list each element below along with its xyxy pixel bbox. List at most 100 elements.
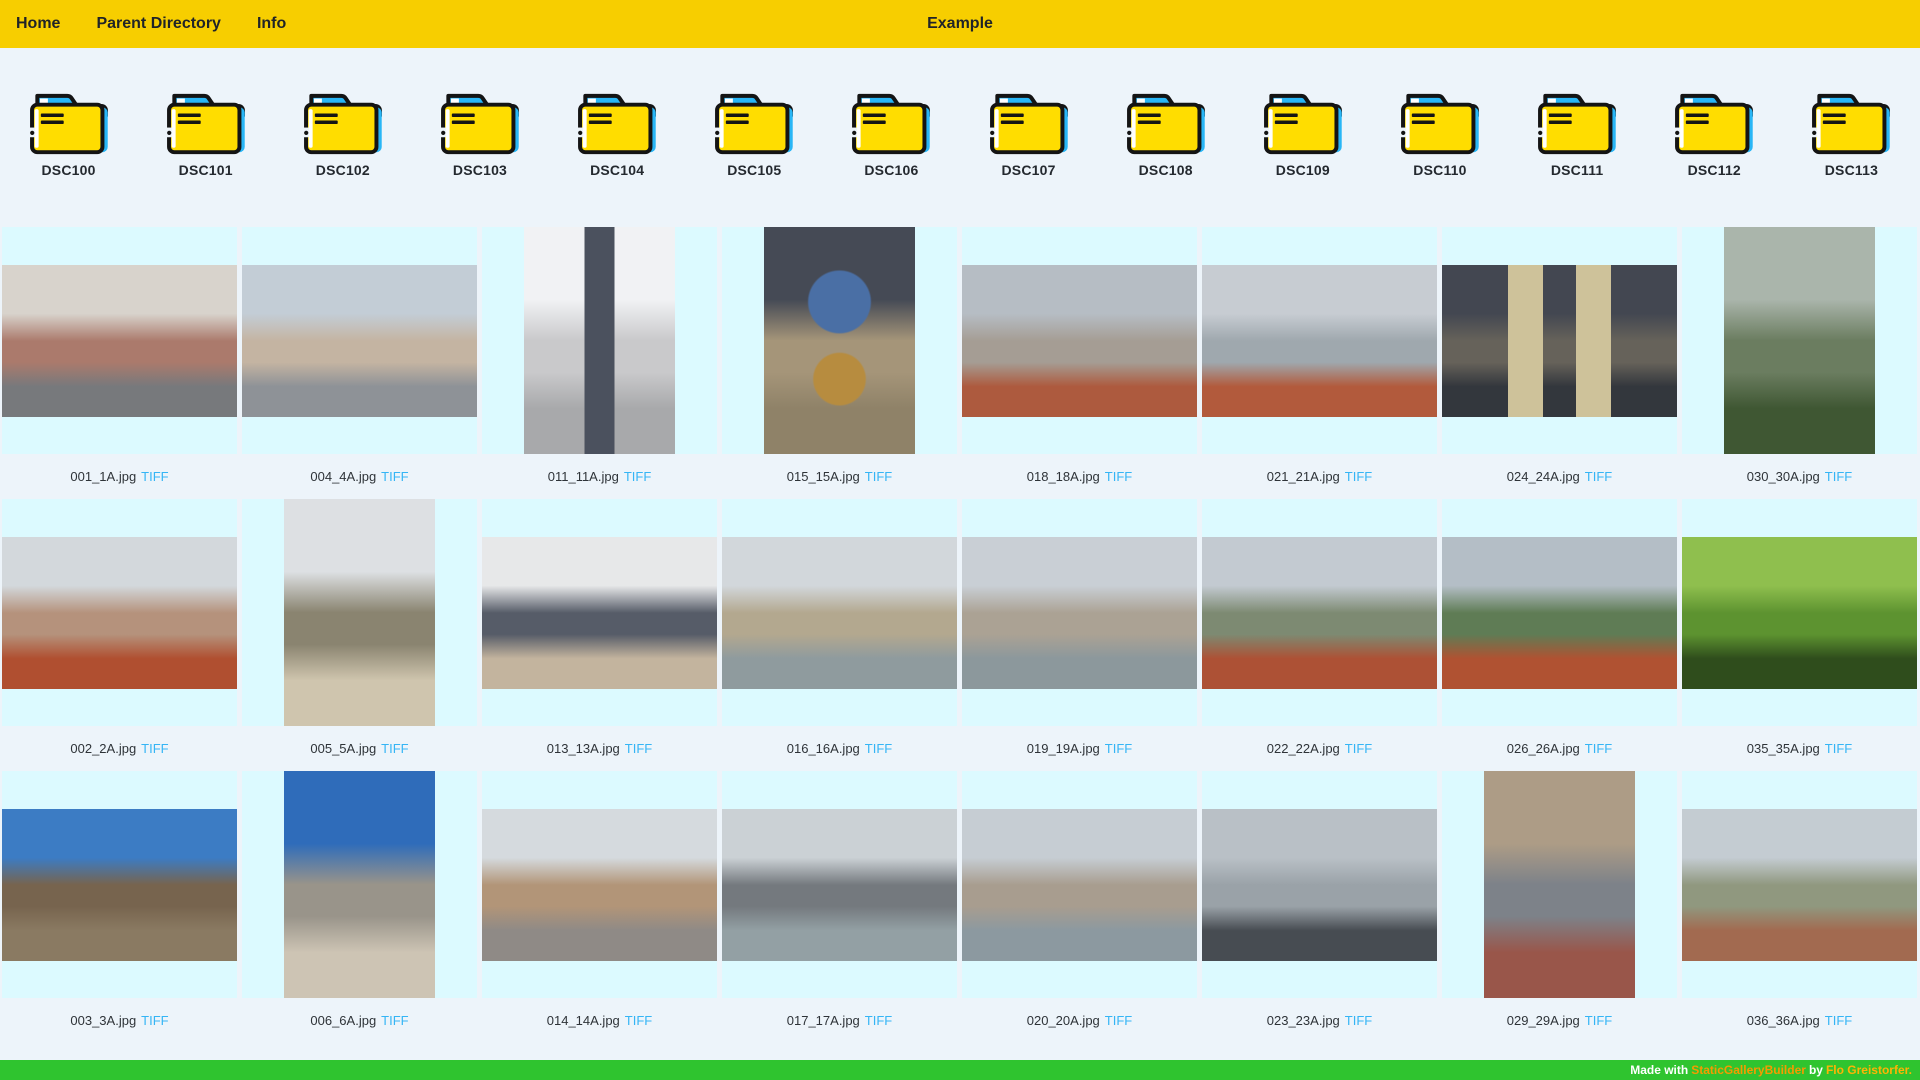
photo-thumbnail[interactable] xyxy=(2,536,237,689)
tiff-link[interactable]: TIFF xyxy=(1105,469,1132,484)
photo-thumbnail[interactable] xyxy=(1202,264,1437,417)
photo-thumbnail[interactable] xyxy=(962,536,1197,689)
photo-filename-link[interactable]: 004_4A.jpg xyxy=(310,469,376,484)
folder-item[interactable]: DSC102 xyxy=(274,64,411,178)
tiff-link[interactable]: TIFF xyxy=(1345,1013,1372,1028)
photo-filename-link[interactable]: 017_17A.jpg xyxy=(787,1013,860,1028)
photo-filename-link[interactable]: 035_35A.jpg xyxy=(1747,741,1820,756)
nav-info[interactable]: Info xyxy=(257,15,286,33)
tiff-link[interactable]: TIFF xyxy=(381,469,408,484)
photo-thumbnail[interactable] xyxy=(1202,536,1437,689)
photo-filename-link[interactable]: 006_6A.jpg xyxy=(310,1013,376,1028)
photo-thumbnail[interactable] xyxy=(962,264,1197,417)
folder-item[interactable]: DSC104 xyxy=(549,64,686,178)
photo-cell: 024_24A.jpg TIFF xyxy=(1442,227,1677,499)
photo-thumbnail[interactable] xyxy=(2,264,237,417)
folder-item[interactable]: DSC111 xyxy=(1509,64,1646,178)
folder-item[interactable]: DSC109 xyxy=(1234,64,1371,178)
photo-filename-link[interactable]: 023_23A.jpg xyxy=(1267,1013,1340,1028)
nav-parent-directory[interactable]: Parent Directory xyxy=(96,15,221,33)
static-gallery-builder-link[interactable]: StaticGalleryBuilder xyxy=(1691,1063,1806,1077)
photo-thumbnail[interactable] xyxy=(482,536,717,689)
tiff-link[interactable]: TIFF xyxy=(1105,1013,1132,1028)
tiff-link[interactable]: TIFF xyxy=(865,1013,892,1028)
tiff-link[interactable]: TIFF xyxy=(625,1013,652,1028)
tiff-link[interactable]: TIFF xyxy=(1585,469,1612,484)
folder-item[interactable]: DSC103 xyxy=(411,64,548,178)
photo-filename-link[interactable]: 024_24A.jpg xyxy=(1507,469,1580,484)
tiff-link[interactable]: TIFF xyxy=(1825,741,1852,756)
photo-thumbnail[interactable] xyxy=(722,536,957,689)
tiff-link[interactable]: TIFF xyxy=(865,469,892,484)
tiff-link[interactable]: TIFF xyxy=(1585,1013,1612,1028)
photo-thumbnail[interactable] xyxy=(1202,808,1437,961)
tiff-link[interactable]: TIFF xyxy=(381,741,408,756)
photo-filename-link[interactable]: 002_2A.jpg xyxy=(70,741,136,756)
photo-filename-link[interactable]: 020_20A.jpg xyxy=(1027,1013,1100,1028)
photo-thumbnail[interactable] xyxy=(962,808,1197,961)
nav-home[interactable]: Home xyxy=(16,15,60,33)
tiff-link[interactable]: TIFF xyxy=(1585,741,1612,756)
photo-filename-link[interactable]: 011_11A.jpg xyxy=(548,469,619,484)
photo-thumbnail[interactable] xyxy=(764,227,915,454)
photo-thumbnail[interactable] xyxy=(722,808,957,961)
photo-filename-link[interactable]: 016_16A.jpg xyxy=(787,741,860,756)
folder-item[interactable]: DSC112 xyxy=(1646,64,1783,178)
photo-thumbnail-box xyxy=(2,771,237,998)
photo-thumbnail[interactable] xyxy=(1442,264,1677,417)
tiff-link[interactable]: TIFF xyxy=(141,1013,168,1028)
folder-item[interactable]: DSC108 xyxy=(1097,64,1234,178)
tiff-link[interactable]: TIFF xyxy=(1105,741,1132,756)
tiff-link[interactable]: TIFF xyxy=(865,741,892,756)
author-link[interactable]: Flo Greistorfer. xyxy=(1826,1063,1912,1077)
tiff-link[interactable]: TIFF xyxy=(141,741,168,756)
photo-filename-link[interactable]: 003_3A.jpg xyxy=(70,1013,136,1028)
main-nav: Home Parent Directory Info xyxy=(16,15,286,33)
tiff-link[interactable]: TIFF xyxy=(624,469,651,484)
photo-filename-link[interactable]: 022_22A.jpg xyxy=(1267,741,1340,756)
folder-item[interactable]: DSC106 xyxy=(823,64,960,178)
photo-filename-link[interactable]: 021_21A.jpg xyxy=(1267,469,1340,484)
photo-filename-link[interactable]: 018_18A.jpg xyxy=(1027,469,1100,484)
photo-thumbnail[interactable] xyxy=(1682,808,1917,961)
photo-filename-link[interactable]: 015_15A.jpg xyxy=(787,469,860,484)
photo-thumbnail[interactable] xyxy=(1682,536,1917,689)
photo-filename-link[interactable]: 029_29A.jpg xyxy=(1507,1013,1580,1028)
folder-item[interactable]: DSC100 xyxy=(0,64,137,178)
photo-filename-link[interactable]: 030_30A.jpg xyxy=(1747,469,1820,484)
photo-cell: 020_20A.jpg TIFF xyxy=(962,771,1197,1043)
tiff-link[interactable]: TIFF xyxy=(141,469,168,484)
tiff-link[interactable]: TIFF xyxy=(1825,1013,1852,1028)
tiff-link[interactable]: TIFF xyxy=(1345,469,1372,484)
tiff-link[interactable]: TIFF xyxy=(1345,741,1372,756)
photo-filename-link[interactable]: 026_26A.jpg xyxy=(1507,741,1580,756)
folder-item[interactable]: DSC101 xyxy=(137,64,274,178)
photo-thumbnail-box xyxy=(242,771,477,998)
folder-icon xyxy=(28,93,108,155)
folder-icon xyxy=(988,93,1068,155)
tiff-link[interactable]: TIFF xyxy=(1825,469,1852,484)
tiff-link[interactable]: TIFF xyxy=(381,1013,408,1028)
folder-item[interactable]: DSC107 xyxy=(960,64,1097,178)
photo-filename-link[interactable]: 013_13A.jpg xyxy=(547,741,620,756)
folder-item[interactable]: DSC110 xyxy=(1371,64,1508,178)
photo-thumbnail[interactable] xyxy=(284,499,435,726)
photo-thumbnail[interactable] xyxy=(1442,536,1677,689)
folder-item[interactable]: DSC113 xyxy=(1783,64,1920,178)
photo-cell: 011_11A.jpg TIFF xyxy=(482,227,717,499)
photo-filename-link[interactable]: 001_1A.jpg xyxy=(70,469,136,484)
tiff-link[interactable]: TIFF xyxy=(625,741,652,756)
folder-icon xyxy=(714,93,794,155)
folder-item[interactable]: DSC105 xyxy=(686,64,823,178)
photo-thumbnail[interactable] xyxy=(482,808,717,961)
photo-thumbnail[interactable] xyxy=(1484,771,1635,998)
photo-thumbnail[interactable] xyxy=(2,808,237,961)
photo-thumbnail[interactable] xyxy=(284,771,435,998)
photo-filename-link[interactable]: 014_14A.jpg xyxy=(547,1013,620,1028)
photo-filename-link[interactable]: 036_36A.jpg xyxy=(1747,1013,1820,1028)
photo-thumbnail[interactable] xyxy=(524,227,675,454)
photo-thumbnail[interactable] xyxy=(1724,227,1875,454)
photo-filename-link[interactable]: 019_19A.jpg xyxy=(1027,741,1100,756)
photo-filename-link[interactable]: 005_5A.jpg xyxy=(310,741,376,756)
photo-thumbnail[interactable] xyxy=(242,264,477,417)
